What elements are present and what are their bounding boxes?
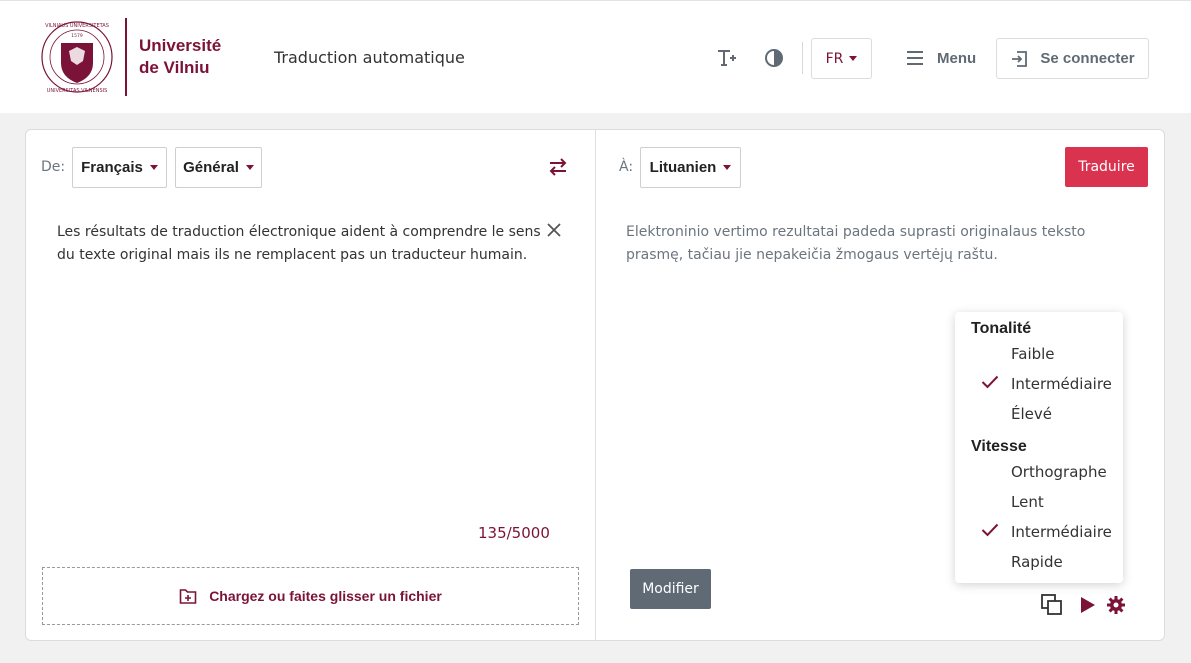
character-counter: 135/5000 (478, 524, 550, 542)
translate-button[interactable]: Traduire (1065, 147, 1148, 187)
contrast-icon[interactable] (762, 46, 786, 70)
login-button[interactable]: Se connecter (996, 38, 1149, 79)
app-title: Traduction automatique (274, 48, 465, 67)
settings-dropdown: Tonalité Faible Intermédiaire Élevé Vite… (955, 312, 1123, 583)
chevron-down-icon (149, 165, 158, 170)
target-label: À: (619, 159, 634, 175)
target-language-select[interactable]: Lituanien (640, 147, 741, 188)
login-button-label: Se connecter (1040, 50, 1135, 67)
menu-button-label: Menu (937, 49, 977, 67)
chevron-down-icon (723, 165, 732, 170)
check-icon (981, 375, 999, 389)
source-language-select[interactable]: Français (72, 147, 167, 188)
tone-heading: Tonalité (971, 320, 1032, 337)
check-icon (981, 523, 999, 537)
language-select-label: FR (825, 50, 844, 67)
header: VILNIAUS UNIVERSITETAS UNIVERSITAS VILNE… (0, 0, 1191, 113)
header-separator (802, 42, 803, 74)
domain-value: Général (183, 159, 239, 176)
folder-add-icon (179, 589, 197, 604)
hamburger-icon (907, 51, 923, 65)
menu-button[interactable]: Menu (905, 46, 976, 70)
speed-heading: Vitesse (971, 438, 1027, 455)
close-icon[interactable] (544, 220, 564, 240)
file-upload-label: Chargez ou faites glisser un fichier (209, 588, 442, 604)
pane-separator (595, 130, 596, 640)
language-select[interactable]: FR (811, 38, 872, 79)
tone-option-eleve[interactable]: Élevé (1011, 405, 1052, 423)
university-seal-logo[interactable]: VILNIAUS UNIVERSITETAS UNIVERSITAS VILNE… (40, 17, 114, 97)
source-label: De: (41, 159, 66, 175)
file-upload-dropzone[interactable]: Chargez ou faites glisser un fichier (42, 567, 579, 625)
tone-option-intermediaire[interactable]: Intermédiaire (1011, 375, 1112, 393)
svg-text:VILNIAUS UNIVERSITETAS: VILNIAUS UNIVERSITETAS (45, 23, 109, 29)
translation-output: Elektroninio vertimo rezultatai padeda s… (626, 224, 1086, 263)
modify-button[interactable]: Modifier (630, 569, 711, 609)
gear-icon[interactable] (1104, 593, 1128, 617)
logo-divider (125, 18, 127, 96)
speed-option-rapide[interactable]: Rapide (1011, 553, 1063, 571)
speed-option-lent[interactable]: Lent (1011, 493, 1044, 511)
speed-option-intermediaire[interactable]: Intermédiaire (1011, 523, 1112, 541)
domain-select[interactable]: Général (175, 147, 262, 188)
chevron-down-icon (245, 165, 254, 170)
speed-option-orthographe[interactable]: Orthographe (1011, 463, 1107, 481)
play-icon[interactable] (1076, 593, 1100, 617)
university-name[interactable]: Université de Vilniu (139, 35, 221, 79)
swap-languages-icon[interactable] (546, 155, 570, 179)
svg-text:1579: 1579 (71, 33, 83, 39)
tone-option-faible[interactable]: Faible (1011, 345, 1055, 363)
login-icon (1012, 50, 1028, 67)
target-language-value: Lituanien (649, 159, 717, 176)
copy-icon[interactable] (1040, 593, 1064, 617)
chevron-down-icon (849, 56, 858, 61)
university-name-line2: de Vilniu (139, 58, 210, 77)
university-name-line1: Université (139, 36, 222, 55)
text-size-icon[interactable] (714, 46, 738, 70)
source-language-value: Français (81, 159, 143, 176)
source-text-input[interactable]: Les résultats de traduction électronique… (57, 221, 557, 267)
svg-text:UNIVERSITAS VILNENSIS: UNIVERSITAS VILNENSIS (47, 88, 108, 94)
